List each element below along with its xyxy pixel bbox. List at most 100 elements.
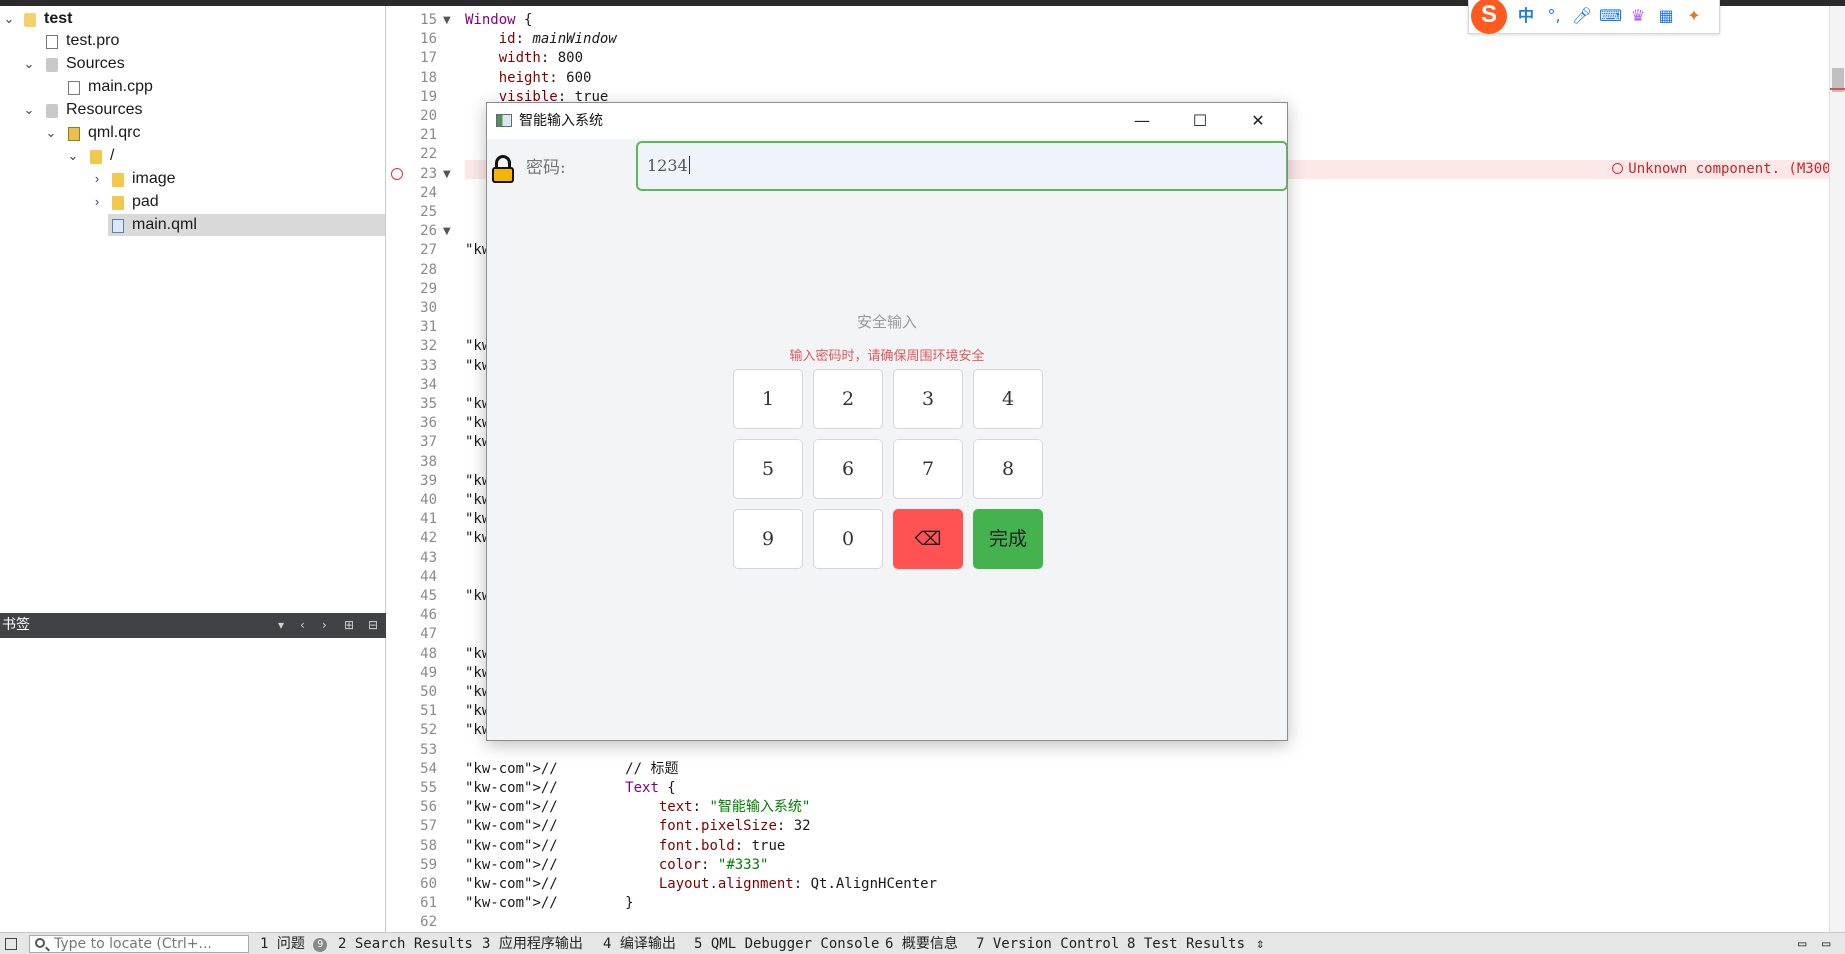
code-line[interactable]: "kw-com">// Text { bbox=[465, 779, 676, 798]
code-line[interactable]: Window { bbox=[465, 11, 532, 30]
chevron-right-icon[interactable]: › bbox=[90, 191, 104, 213]
tree-item-main-cpp[interactable]: main.cpp bbox=[0, 76, 385, 98]
key-0-button[interactable]: 0 bbox=[813, 509, 883, 569]
key-8-button[interactable]: 8 bbox=[973, 439, 1043, 499]
line-number: 27 bbox=[420, 242, 437, 259]
error-scroll-marker bbox=[1830, 88, 1845, 90]
sogou-logo-icon[interactable]: S bbox=[1471, 0, 1507, 34]
line-number: 21 bbox=[420, 127, 437, 144]
back-icon[interactable]: ‹ bbox=[300, 613, 305, 638]
line-number: 49 bbox=[420, 664, 437, 681]
editor-scrollbar[interactable] bbox=[1829, 6, 1845, 932]
tab-search-results[interactable]: 2 Search Results bbox=[338, 933, 473, 954]
chevron-down-icon[interactable]: ⌄ bbox=[2, 8, 16, 30]
forward-icon[interactable]: › bbox=[322, 613, 327, 638]
tree-item-test-pro[interactable]: test.pro bbox=[0, 30, 385, 52]
line-number: 45 bbox=[420, 588, 437, 604]
split-icon[interactable]: ⊞ bbox=[344, 613, 354, 638]
maximize-icon[interactable]: ☐ bbox=[1171, 103, 1229, 139]
key-5-button[interactable]: 5 bbox=[733, 439, 803, 499]
shirt-icon[interactable]: ♛ bbox=[1627, 5, 1649, 27]
code-line[interactable]: id: mainWindow bbox=[465, 30, 617, 49]
panel-switch-icon[interactable]: ⇕ bbox=[1256, 933, 1264, 954]
lock-icon bbox=[492, 155, 514, 183]
tree-item-sources[interactable]: ⌄ Sources bbox=[0, 53, 385, 75]
apps-icon[interactable]: ▦ bbox=[1655, 5, 1677, 27]
line-number: 46 bbox=[420, 607, 437, 624]
chevron-down-icon[interactable]: ⌄ bbox=[22, 53, 36, 75]
fold-arrow-icon[interactable]: ▼ bbox=[443, 222, 455, 241]
code-line[interactable]: "kw-com">// text: "智能输入系统" bbox=[465, 798, 810, 817]
tab-version-control[interactable]: 7 Version Control bbox=[976, 933, 1119, 954]
tree-item-label: test.pro bbox=[66, 32, 120, 49]
panel-toggle-2-icon[interactable]: ▭ bbox=[1822, 933, 1830, 954]
chevron-right-icon[interactable]: › bbox=[90, 168, 104, 190]
tools-icon[interactable]: ✦ bbox=[1683, 5, 1705, 27]
fold-arrow-icon[interactable]: ▼ bbox=[443, 165, 455, 184]
code-line[interactable]: height: 600 bbox=[465, 69, 592, 88]
tree-item-test[interactable]: ⌄ test bbox=[0, 8, 385, 30]
tree-item-main-qml[interactable]: main.qml bbox=[108, 214, 385, 236]
line-number: 34 bbox=[420, 376, 437, 393]
keyboard-icon[interactable]: ⌨ bbox=[1599, 5, 1622, 27]
chevron-down-icon[interactable]: ⌄ bbox=[22, 99, 36, 121]
tree-item-root[interactable]: ⌄ / bbox=[0, 145, 385, 167]
dropdown-icon[interactable]: ▾ bbox=[278, 613, 284, 638]
code-line[interactable]: "kw-com">// color: "#333" bbox=[465, 856, 768, 875]
chevron-down-icon[interactable]: ⌄ bbox=[44, 122, 58, 144]
close-panel-icon[interactable]: ⊟ bbox=[368, 613, 378, 638]
error-icon bbox=[1612, 163, 1624, 174]
key-4-button[interactable]: 4 bbox=[973, 369, 1043, 429]
tab-app-output[interactable]: 3 应用程序输出 bbox=[482, 933, 583, 954]
tree-item-label: Resources bbox=[66, 101, 143, 118]
tab-qml-debugger[interactable]: 5 QML Debugger Console bbox=[694, 933, 879, 954]
tab-test-results[interactable]: 8 Test Results bbox=[1127, 933, 1245, 954]
tab-compile-output[interactable]: 4 编译输出 bbox=[603, 933, 676, 954]
line-number: 44 bbox=[420, 568, 437, 585]
fold-arrow-icon[interactable]: ▼ bbox=[443, 11, 455, 30]
ime-punct-toggle[interactable]: °, bbox=[1543, 5, 1565, 27]
tree-item-resources[interactable]: ⌄ Resources bbox=[0, 99, 385, 121]
code-line[interactable]: "kw-com">// Layout.alignment: Qt.AlignHC… bbox=[465, 875, 937, 894]
code-line[interactable]: "kw-com">// font.bold: true bbox=[465, 837, 785, 856]
key-3-button[interactable]: 3 bbox=[893, 369, 963, 429]
app-titlebar[interactable]: 智能输入系统 — ☐ ✕ bbox=[487, 103, 1287, 139]
code-line[interactable]: "kw-com">// } bbox=[465, 894, 634, 913]
password-input[interactable]: 1234 bbox=[636, 141, 1287, 191]
key-9-button[interactable]: 9 bbox=[733, 509, 803, 569]
chevron-down-icon[interactable]: ⌄ bbox=[66, 145, 80, 167]
qrc-file-icon bbox=[68, 127, 80, 141]
bookmarks-header: 书签 ▾ ‹ › ⊞ ⊟ bbox=[0, 613, 386, 638]
done-button[interactable]: 完成 bbox=[973, 509, 1043, 569]
ime-lang-toggle[interactable]: 中 bbox=[1515, 5, 1537, 27]
resources-folder-icon bbox=[46, 104, 58, 118]
code-line[interactable]: "kw-com">// // 标题 bbox=[465, 760, 678, 779]
locator-input[interactable]: Type to locate (Ctrl+... bbox=[29, 935, 249, 953]
key-6-button[interactable]: 6 bbox=[813, 439, 883, 499]
tab-general-messages[interactable]: 6 概要信息 bbox=[885, 933, 958, 954]
mic-icon[interactable]: 🎤︎ bbox=[1571, 5, 1593, 27]
minimize-icon[interactable]: — bbox=[1113, 103, 1171, 139]
line-number: 40 bbox=[420, 492, 437, 508]
tree-item-image[interactable]: › image bbox=[0, 168, 385, 190]
tab-issues[interactable]: 1 问题 9 bbox=[260, 933, 328, 954]
key-1-button[interactable]: 1 bbox=[733, 369, 803, 429]
backspace-button[interactable]: ⌫ bbox=[893, 509, 963, 569]
text-caret bbox=[688, 156, 690, 174]
tree-item-pad[interactable]: › pad bbox=[0, 191, 385, 213]
key-7-button[interactable]: 7 bbox=[893, 439, 963, 499]
line-number: 60 bbox=[420, 876, 437, 892]
toggle-sidebar-icon[interactable] bbox=[5, 938, 17, 950]
code-line[interactable]: "kw-com">// font.pixelSize: 32 bbox=[465, 817, 811, 836]
code-line[interactable]: width: 800 bbox=[465, 49, 583, 68]
tree-item-qml-qrc[interactable]: ⌄ qml.qrc bbox=[0, 122, 385, 144]
key-2-button[interactable]: 2 bbox=[813, 369, 883, 429]
panel-toggle-icon[interactable]: ▭ bbox=[1798, 933, 1806, 954]
line-number: 43 bbox=[420, 549, 437, 566]
close-icon[interactable]: ✕ bbox=[1229, 103, 1287, 139]
line-number: 35 bbox=[420, 396, 437, 412]
app-window: 智能输入系统 — ☐ ✕ 密码: 1234 安全输入 输入密码时，请确保周围环境… bbox=[486, 102, 1288, 741]
tree-item-label: main.qml bbox=[132, 216, 197, 233]
line-number: 51 bbox=[420, 703, 437, 720]
bookmarks-list bbox=[0, 638, 386, 932]
